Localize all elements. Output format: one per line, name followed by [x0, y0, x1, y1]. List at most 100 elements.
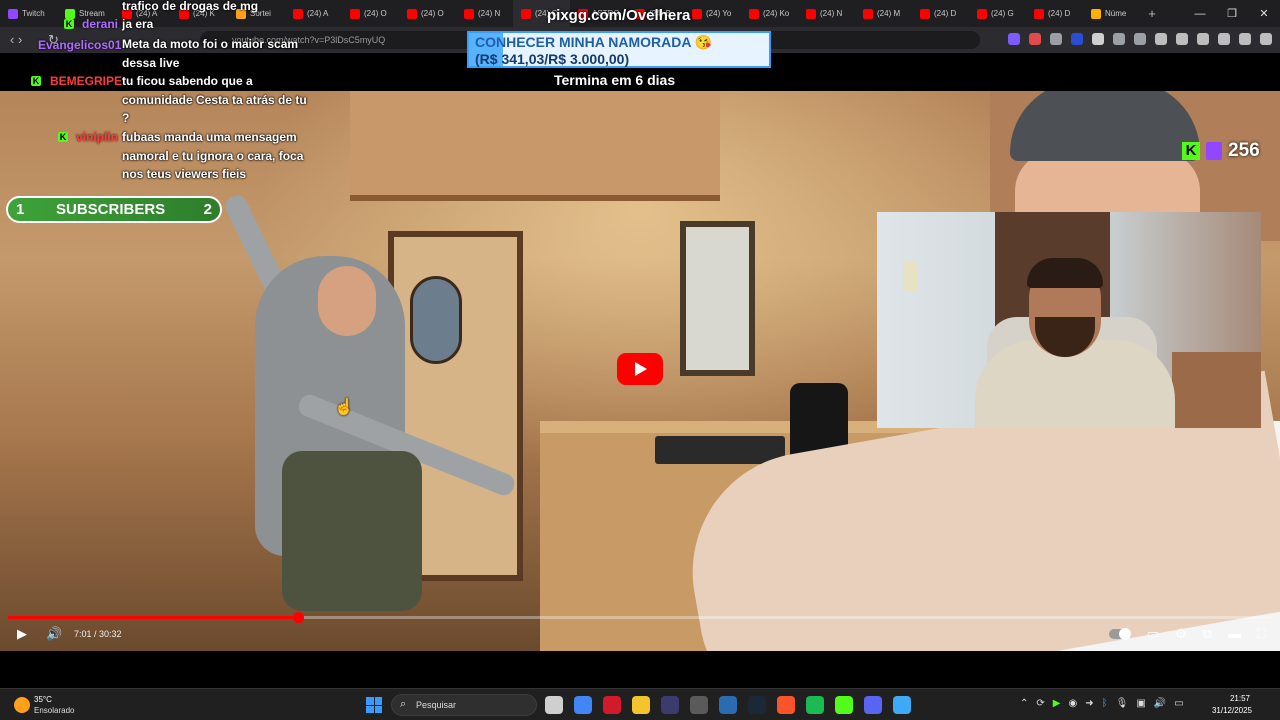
webcam-streamer-hair: [1027, 258, 1103, 288]
search-placeholder: Pesquisar: [416, 700, 457, 710]
clock-date[interactable]: 31/12/2025: [1212, 706, 1252, 715]
extension-icon[interactable]: [1050, 33, 1062, 45]
spotify-icon[interactable]: [806, 696, 824, 714]
brave-icon[interactable]: [777, 696, 795, 714]
github-icon[interactable]: [690, 696, 708, 714]
menu-icon[interactable]: [1260, 33, 1272, 45]
video-stove: [655, 436, 785, 464]
tab-favicon-icon: [977, 8, 987, 19]
browser-tab[interactable]: (24) Yo: [684, 0, 741, 27]
kick-badge-icon: K: [31, 76, 41, 86]
kick-logo-icon: K: [1182, 142, 1200, 160]
battery-icon[interactable]: ▭: [1174, 698, 1183, 709]
extension-icons: [1008, 33, 1272, 45]
miniplayer-icon[interactable]: ⧉: [1203, 626, 1212, 642]
sidebar-icon[interactable]: [1176, 33, 1188, 45]
app-icon[interactable]: [661, 696, 679, 714]
puzzle-icon[interactable]: [1113, 33, 1125, 45]
play-icon[interactable]: ▶: [17, 626, 27, 642]
video-legs: [282, 451, 422, 611]
start-button[interactable]: [366, 697, 382, 713]
tray-app-icon[interactable]: ◉: [1068, 698, 1077, 709]
stream-chat-overlay: trafico de drogas de mg K derani ja era …: [0, 0, 310, 190]
opera-icon[interactable]: [603, 696, 621, 714]
tab-favicon-icon: [521, 8, 531, 19]
taskbar-search[interactable]: ⌕ Pesquisar: [391, 694, 537, 716]
chevron-up-icon[interactable]: ⌃: [1020, 698, 1028, 709]
video-window: [680, 221, 755, 376]
tab-label: (24) M: [877, 9, 901, 18]
wallet-icon[interactable]: [1197, 33, 1209, 45]
new-tab-button[interactable]: +: [1140, 6, 1164, 21]
video-progress-bar[interactable]: [8, 612, 1272, 623]
discord-icon[interactable]: [864, 696, 882, 714]
weather-sun-icon[interactable]: [14, 697, 30, 713]
shield-icon[interactable]: [1239, 33, 1251, 45]
browser-tab[interactable]: (24) M: [855, 0, 912, 27]
chat-username: Evangelicos01: [38, 38, 122, 52]
autoplay-toggle[interactable]: [1108, 628, 1131, 640]
app-icon[interactable]: [719, 696, 737, 714]
close-window-button[interactable]: ✕: [1248, 7, 1280, 20]
taskbar: 35°C Ensolarado ⌕ Pesquisar ⌃ ⟳ ▶ ◉ ➜ ᛒ …: [0, 688, 1280, 720]
play-store-icon[interactable]: ▶: [1053, 698, 1061, 709]
video-host-cap: [1010, 91, 1200, 161]
microphone-icon[interactable]: 🎙: [1116, 698, 1129, 709]
tab-label: (24) Ko: [763, 9, 790, 18]
tab-label: (24) N: [820, 9, 843, 18]
fullscreen-icon[interactable]: ⛶: [1257, 626, 1266, 642]
extension-icon[interactable]: [1092, 33, 1104, 45]
browser-tab[interactable]: (24) O: [399, 0, 456, 27]
tab-label: (24) A: [307, 9, 329, 18]
play-button-icon[interactable]: [617, 353, 663, 385]
weather-temperature[interactable]: 35°C: [34, 695, 52, 704]
clock-time[interactable]: 21:57: [1230, 694, 1250, 703]
chrome-icon[interactable]: [574, 696, 592, 714]
chat-username: derani: [82, 17, 119, 31]
subtitles-icon[interactable]: ▭: [1147, 626, 1159, 642]
task-view-icon[interactable]: [545, 696, 563, 714]
notepad-icon[interactable]: [893, 696, 911, 714]
tab-favicon-icon: [806, 8, 816, 19]
file-explorer-icon[interactable]: [632, 696, 650, 714]
search-icon: ⌕: [400, 698, 407, 710]
settings-gear-icon[interactable]: ⚙: [1175, 626, 1187, 642]
taskbar-apps: [545, 696, 911, 714]
browser-tab[interactable]: (24) N: [456, 0, 513, 27]
extension-icon[interactable]: [1029, 33, 1041, 45]
tab-label: (24) D: [1048, 9, 1071, 18]
sync-icon[interactable]: ⟳: [1036, 698, 1044, 709]
browser-tab[interactable]: (24) O: [342, 0, 399, 27]
minimize-button[interactable]: —: [1184, 8, 1216, 20]
steam-icon[interactable]: [748, 696, 766, 714]
tab-label: (24) D: [934, 9, 957, 18]
theater-mode-icon[interactable]: ▬: [1228, 626, 1241, 642]
chat-message: tu ficou sabendo que a comunidade Cesta …: [122, 74, 307, 125]
network-icon[interactable]: ▣: [1136, 698, 1145, 709]
tray-app-icon[interactable]: ➜: [1085, 698, 1093, 709]
browser-tab[interactable]: (24) D: [1026, 0, 1083, 27]
chat-message: ja era: [122, 17, 154, 31]
kick-app-icon[interactable]: [835, 696, 853, 714]
browser-tab[interactable]: Núme: [1083, 0, 1140, 27]
hand-cursor-icon: ☝: [334, 399, 354, 416]
volume-tray-icon[interactable]: 🔊: [1154, 698, 1166, 709]
browser-tab[interactable]: (24) G: [969, 0, 1026, 27]
extension-icon[interactable]: [1071, 33, 1083, 45]
browser-tab[interactable]: (24) N: [798, 0, 855, 27]
screenshot-icon[interactable]: [1134, 33, 1146, 45]
screen: Twitch Stream (24) A (24) K Sortei (24) A (24)…: [0, 0, 1280, 720]
ai-icon[interactable]: [1218, 33, 1230, 45]
browser-tab[interactable]: (24) Ko: [741, 0, 798, 27]
music-icon[interactable]: [1155, 33, 1167, 45]
kick-badge-icon: K: [58, 132, 68, 142]
extension-icon[interactable]: [1008, 33, 1020, 45]
weather-description[interactable]: Ensolarado: [34, 706, 74, 715]
browser-tab[interactable]: (24) D: [912, 0, 969, 27]
volume-icon[interactable]: 🔊: [46, 626, 62, 642]
streamer-webcam: [877, 212, 1261, 428]
maximize-button[interactable]: ❐: [1216, 7, 1248, 20]
bluetooth-icon[interactable]: ᛒ: [1102, 698, 1108, 709]
tab-favicon-icon: [749, 8, 759, 19]
subscribers-counter: 1 SUBSCRIBERS 2: [6, 196, 222, 223]
